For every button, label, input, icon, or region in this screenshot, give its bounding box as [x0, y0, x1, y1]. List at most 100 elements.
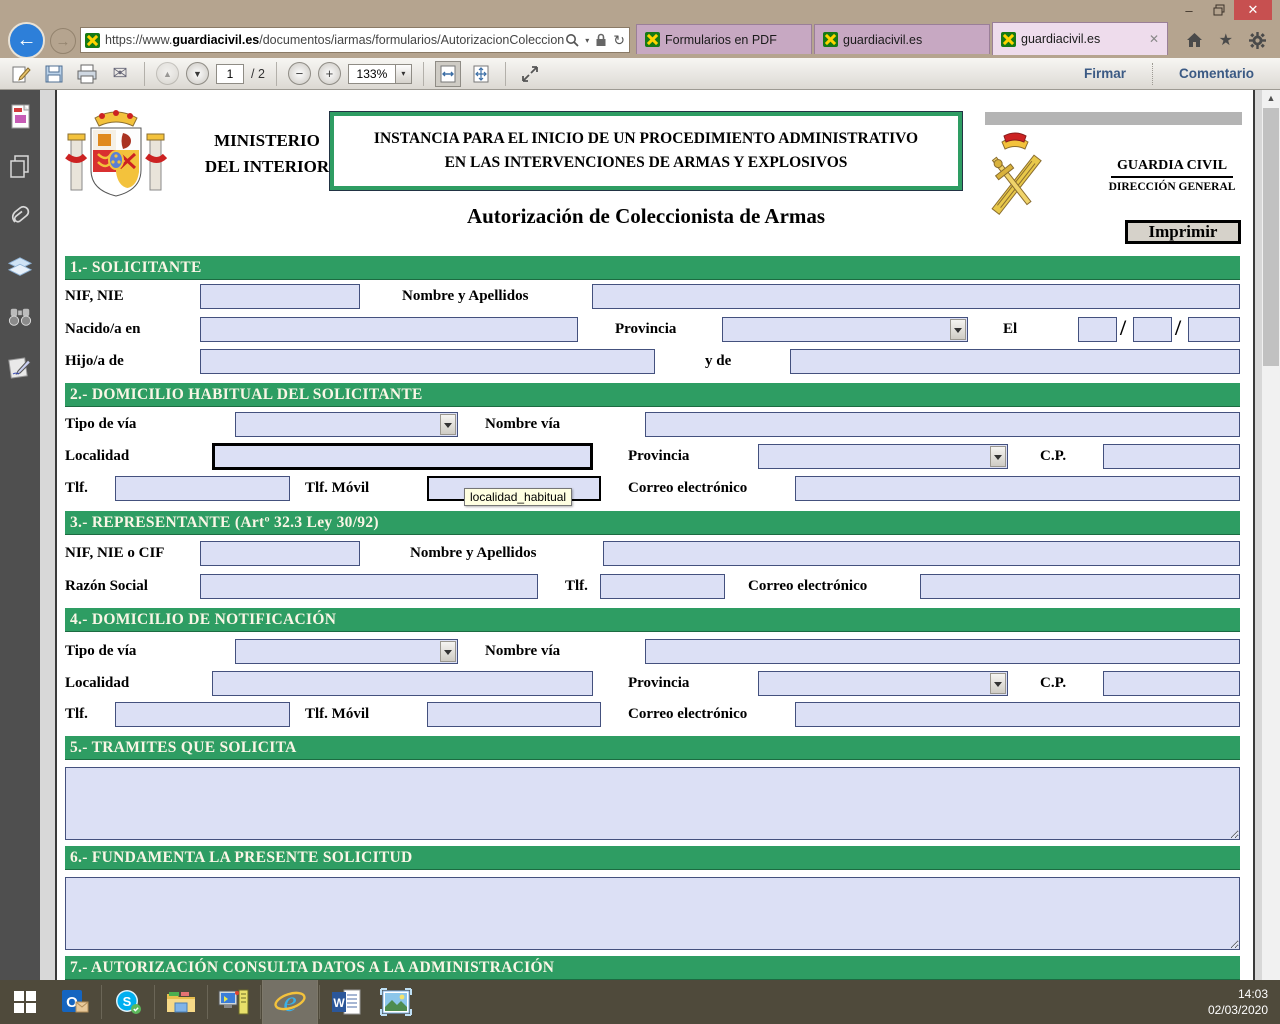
rep-correo-input[interactable]: [920, 574, 1240, 599]
rep-nombre-input[interactable]: [603, 541, 1240, 566]
tlf-movil-label: Tlf. Móvil: [305, 480, 369, 497]
hijo-de-input[interactable]: [200, 349, 655, 374]
layers-panel-icon[interactable]: [8, 254, 32, 280]
photos-icon[interactable]: [371, 980, 421, 1024]
file-explorer-icon[interactable]: [156, 980, 206, 1024]
tab-guardiacivil-2-active[interactable]: guardiacivil.es ✕: [992, 22, 1168, 55]
notif-tlf-input[interactable]: [115, 702, 290, 727]
search-icon[interactable]: [565, 33, 579, 47]
notif-tipo-via-select[interactable]: [235, 639, 458, 664]
forward-button[interactable]: →: [50, 28, 76, 54]
tab-formularios-en-pdf[interactable]: Formularios en PDF: [636, 24, 812, 54]
tipo-via-select[interactable]: [235, 412, 458, 437]
notif-nombre-via-input[interactable]: [645, 639, 1240, 664]
zoom-in-button[interactable]: +: [318, 62, 341, 85]
zoom-level-value[interactable]: 133%: [348, 64, 396, 84]
fit-page-icon[interactable]: [468, 61, 494, 87]
fecha-dia-input[interactable]: [1078, 317, 1117, 342]
restore-icon: [1213, 4, 1225, 16]
email-icon[interactable]: ✉: [107, 61, 133, 87]
minimize-button[interactable]: –: [1174, 0, 1204, 20]
notif-cp-input[interactable]: [1103, 671, 1240, 696]
header-gray-bar: [985, 112, 1242, 125]
razon-social-input[interactable]: [200, 574, 538, 599]
word-icon[interactable]: W: [321, 980, 371, 1024]
firmar-button[interactable]: Firmar: [1084, 66, 1126, 81]
notif-localidad-input[interactable]: [212, 671, 593, 696]
vertical-scrollbar[interactable]: ▲: [1262, 90, 1280, 980]
comentario-button[interactable]: Comentario: [1179, 66, 1254, 81]
print-icon[interactable]: [74, 61, 100, 87]
dropdown-arrow-icon[interactable]: [950, 319, 966, 340]
remote-desktop-icon[interactable]: [209, 980, 259, 1024]
provincia-select[interactable]: [758, 444, 1008, 469]
refresh-icon[interactable]: ↻: [613, 32, 625, 49]
nombre-via-input[interactable]: [645, 412, 1240, 437]
clock-time: 14:03: [1208, 986, 1268, 1002]
settings-gear-icon[interactable]: [1249, 32, 1266, 49]
spain-coat-of-arms: [65, 108, 167, 208]
page-thumbnails-icon[interactable]: [8, 104, 32, 130]
dropdown-arrow-icon[interactable]: [990, 673, 1006, 694]
tab-favicon: [1001, 32, 1016, 47]
tab-close-icon[interactable]: ✕: [1141, 32, 1159, 46]
fullscreen-icon[interactable]: [517, 61, 543, 87]
dropdown-arrow-icon[interactable]: [990, 446, 1006, 467]
internet-explorer-icon[interactable]: e: [262, 980, 318, 1024]
tlf-input[interactable]: [115, 476, 290, 501]
cp-input[interactable]: [1103, 444, 1240, 469]
nif-nie-input[interactable]: [200, 284, 360, 309]
imprimir-button[interactable]: Imprimir: [1125, 220, 1241, 244]
dropdown-arrow-icon[interactable]: [440, 414, 456, 435]
section-1-header: 1.- SOLICITANTE: [65, 256, 1240, 280]
taskbar-clock[interactable]: 14:03 02/03/2020: [1208, 986, 1268, 1018]
localidad-input-focused[interactable]: [212, 443, 593, 470]
guardia-civil-title: GUARDIA CIVIL DIRECCIÓN GENERAL: [1087, 156, 1255, 193]
favorites-star-icon[interactable]: ★: [1219, 30, 1233, 50]
pages-panel-icon[interactable]: [8, 154, 32, 180]
zoom-out-button[interactable]: −: [288, 62, 311, 85]
save-icon[interactable]: [41, 61, 67, 87]
attachments-paperclip-icon[interactable]: [8, 204, 32, 230]
scrollbar-thumb[interactable]: [1263, 108, 1279, 366]
next-page-button[interactable]: ▼: [186, 62, 209, 85]
nombre-apellidos-input[interactable]: [592, 284, 1240, 309]
nacido-en-input[interactable]: [200, 317, 578, 342]
section-4-header: 4.- DOMICILIO DE NOTIFICACIÓN: [65, 608, 1240, 632]
dropdown-arrow-icon[interactable]: [440, 641, 456, 662]
notif-correo-input[interactable]: [795, 702, 1240, 727]
home-icon[interactable]: [1186, 32, 1203, 48]
fecha-mes-input[interactable]: [1133, 317, 1172, 342]
page-number-input[interactable]: [216, 64, 244, 84]
y-de-input[interactable]: [790, 349, 1240, 374]
provincia-nacimiento-select[interactable]: [722, 317, 968, 342]
start-button[interactable]: [0, 980, 50, 1024]
address-bar[interactable]: https://www.guardiacivil.es/documentos/i…: [80, 27, 630, 53]
correo-input[interactable]: [795, 476, 1240, 501]
skype-icon[interactable]: S: [103, 980, 153, 1024]
fit-width-icon[interactable]: [435, 61, 461, 87]
svg-text:S: S: [123, 994, 132, 1009]
outlook-icon[interactable]: O: [50, 980, 100, 1024]
close-button[interactable]: ✕: [1234, 0, 1272, 20]
tramites-textarea[interactable]: [65, 767, 1240, 840]
notif-provincia-label: Provincia: [628, 675, 689, 692]
notif-provincia-select[interactable]: [758, 671, 1008, 696]
signature-panel-icon[interactable]: [8, 354, 32, 380]
search-dropdown-icon[interactable]: ▾: [585, 36, 589, 45]
tab-favicon: [823, 32, 838, 47]
tab-guardiacivil-1[interactable]: guardiacivil.es: [814, 24, 990, 54]
restore-button[interactable]: [1204, 0, 1234, 20]
sign-document-icon[interactable]: [8, 61, 34, 87]
nif-cif-input[interactable]: [200, 541, 360, 566]
back-button[interactable]: ←: [8, 22, 45, 59]
fundamenta-textarea[interactable]: [65, 877, 1240, 950]
previous-page-button[interactable]: ▲: [156, 62, 179, 85]
notif-tlf-movil-input[interactable]: [427, 702, 601, 727]
search-binoculars-icon[interactable]: [8, 304, 32, 330]
zoom-dropdown-icon[interactable]: ▾: [396, 64, 412, 84]
scroll-up-icon[interactable]: ▲: [1262, 90, 1280, 107]
form-title-box: INSTANCIA PARA EL INICIO DE UN PROCEDIMI…: [330, 112, 962, 190]
rep-tlf-input[interactable]: [600, 574, 725, 599]
fecha-anio-input[interactable]: [1188, 317, 1240, 342]
